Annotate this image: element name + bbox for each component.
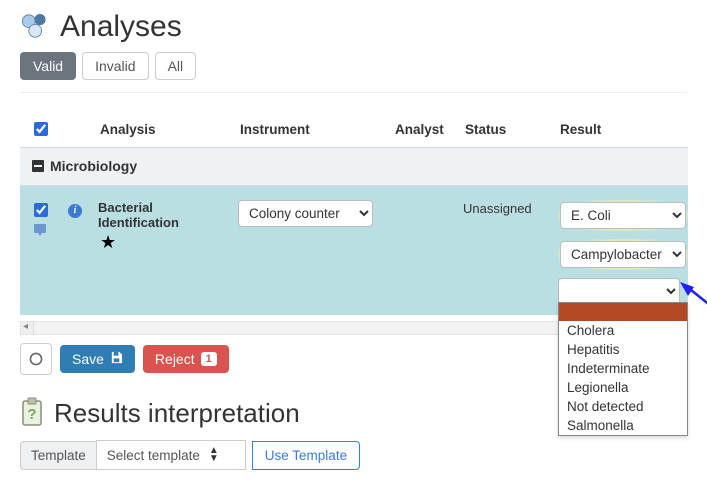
status-text: Unassigned	[463, 201, 532, 216]
template-select[interactable]: Select template ▲▼	[96, 440, 246, 470]
save-icon	[110, 351, 123, 367]
save-button[interactable]: Save	[60, 345, 135, 373]
divider	[20, 92, 687, 93]
reject-button[interactable]: Reject 1	[143, 345, 229, 373]
dropdown-option[interactable]: Salmonella	[559, 416, 687, 435]
reject-count-badge: 1	[201, 352, 217, 366]
analysis-name: Bacterial Identification	[98, 200, 222, 230]
star-icon: ★	[100, 232, 116, 252]
clipboard-icon: ?	[20, 397, 44, 430]
use-template-button[interactable]: Use Template	[252, 441, 360, 470]
dropdown-option[interactable]: Hepatitis	[559, 340, 687, 359]
row-checkbox[interactable]	[34, 203, 48, 217]
result-select-2[interactable]: Campylobacter	[560, 241, 686, 268]
dropdown-option[interactable]: Cholera	[559, 321, 687, 340]
info-icon[interactable]: i	[68, 204, 82, 218]
filter-all[interactable]: All	[155, 52, 197, 80]
table-row: i Bacterial Identification ★ Colony coun…	[20, 186, 688, 316]
category-label: Microbiology	[50, 158, 137, 174]
template-label: Template	[20, 441, 96, 470]
result-select-1[interactable]: E. Coli	[560, 202, 686, 229]
filter-valid[interactable]: Valid	[20, 52, 76, 80]
reject-label: Reject	[155, 351, 195, 367]
analyses-table: Analysis Instrument Analyst Status Resul…	[20, 111, 688, 315]
category-toggle[interactable]: Microbiology	[32, 158, 137, 174]
analyses-icon	[20, 12, 52, 43]
col-analysis: Analysis	[90, 111, 230, 148]
instrument-select[interactable]: Colony counter	[238, 200, 373, 227]
dropdown-option[interactable]: Indeterminate	[559, 359, 687, 378]
select-all-checkbox[interactable]	[34, 122, 48, 136]
svg-text:?: ?	[27, 406, 36, 423]
sort-caret-icon: ▲▼	[209, 447, 219, 463]
review-icon	[28, 223, 52, 240]
page-title: Analyses	[60, 10, 182, 44]
col-result: Result	[550, 111, 688, 148]
result-select-3[interactable]	[558, 278, 680, 305]
template-placeholder: Select template	[107, 448, 200, 463]
col-instrument: Instrument	[230, 111, 385, 148]
dropdown-highlight	[559, 303, 687, 321]
annotation-arrow	[680, 282, 707, 323]
result-dropdown-open[interactable]: Cholera Hepatitis Indeterminate Legionel…	[558, 302, 688, 436]
filter-invalid[interactable]: Invalid	[82, 52, 148, 80]
refresh-button[interactable]	[20, 343, 52, 375]
interpretation-title: Results interpretation	[54, 398, 300, 429]
dropdown-option[interactable]: Not detected	[559, 397, 687, 416]
filter-row: Valid Invalid All	[20, 52, 687, 80]
col-status: Status	[455, 111, 550, 148]
dropdown-option[interactable]: Legionella	[559, 378, 687, 397]
col-analyst: Analyst	[385, 111, 455, 148]
save-label: Save	[72, 351, 104, 367]
